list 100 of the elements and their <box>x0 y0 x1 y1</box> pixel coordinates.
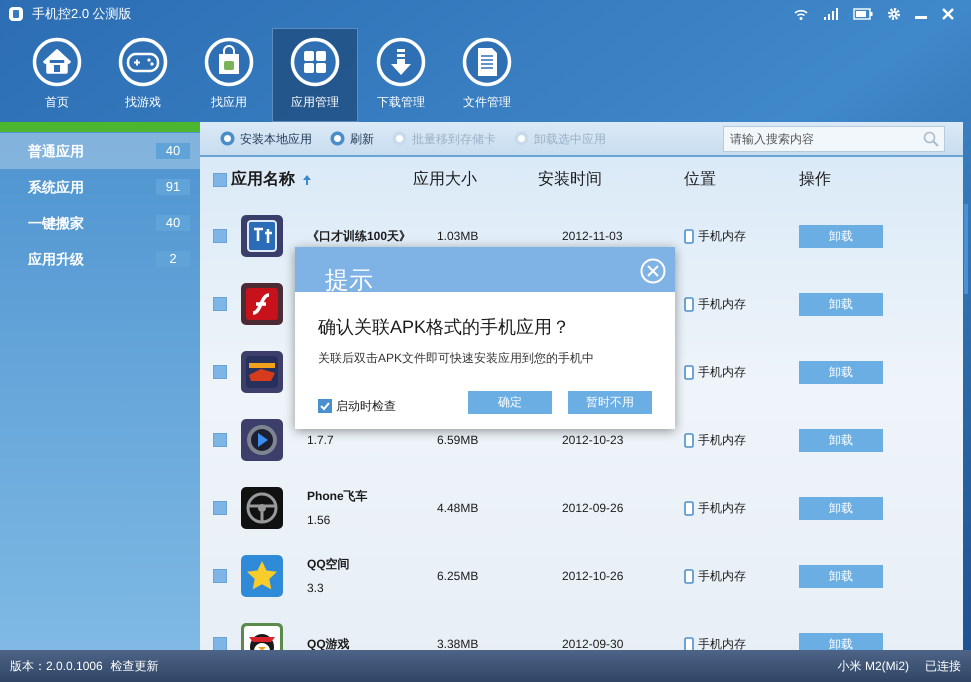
sidebar-item[interactable]: 一键搬家 40 <box>0 205 200 241</box>
check-update-link[interactable]: 检查更新 <box>110 657 159 675</box>
checkbox[interactable] <box>213 501 227 515</box>
uninstall-button[interactable]: 卸载 <box>799 428 883 452</box>
document-icon <box>462 37 512 87</box>
app-size: 1.03MB <box>437 229 478 243</box>
phone-icon <box>684 228 694 244</box>
dialog-button[interactable]: 暂时不用 <box>568 390 652 414</box>
column-header[interactable]: 安装时间 <box>538 168 602 192</box>
storage-location: 手机内存 <box>698 568 746 585</box>
install-date: 2012-09-26 <box>562 501 624 515</box>
signal-icon <box>823 7 839 21</box>
storage-location: 手机内存 <box>698 364 746 381</box>
grid-icon <box>290 37 340 87</box>
nav-tab[interactable]: 下载管理 <box>358 28 444 122</box>
device-name: 小米 M2(Mi2) <box>838 658 909 675</box>
nav-tab[interactable]: 找游戏 <box>100 28 186 122</box>
sidebar-item[interactable]: 应用升级 2 <box>0 241 200 277</box>
window-title: 手机控2.0 公测版 <box>32 5 132 24</box>
checkbox[interactable] <box>213 172 227 186</box>
nav-tab[interactable]: 应用管理 <box>272 28 358 122</box>
checkbox[interactable] <box>213 365 227 379</box>
app-size: 6.59MB <box>437 433 478 447</box>
install-date: 2012-10-23 <box>562 433 624 447</box>
count-badge: 2 <box>156 251 190 267</box>
checkbox[interactable] <box>213 637 227 650</box>
phone-icon <box>684 500 694 516</box>
wifi-icon <box>793 7 809 21</box>
flash-icon <box>241 283 283 325</box>
storage-location: 手机内存 <box>698 228 746 245</box>
play-icon <box>241 419 283 461</box>
install-date: 2012-11-03 <box>562 229 622 243</box>
phone-icon <box>684 296 694 312</box>
storage-location: 手机内存 <box>698 636 746 650</box>
storage-location: 手机内存 <box>698 296 746 313</box>
app-name: Phone飞车 <box>307 489 368 503</box>
count-badge: 40 <box>156 143 190 159</box>
phone-icon <box>684 568 694 584</box>
settings-button[interactable] <box>887 7 901 21</box>
search-icon <box>923 130 939 146</box>
book-icon <box>241 215 283 257</box>
checkbox[interactable] <box>318 399 332 413</box>
nav-tab[interactable]: 首页 <box>14 28 100 122</box>
sidebar-item[interactable]: 系统应用 91 <box>0 169 200 205</box>
install-date: 2012-10-26 <box>562 569 624 583</box>
column-header[interactable]: 应用名称 <box>231 168 295 192</box>
house-icon <box>32 37 82 87</box>
nav-tab[interactable]: 文件管理 <box>444 28 530 122</box>
install-date: 2012-09-30 <box>562 637 624 650</box>
disc-icon <box>220 131 235 146</box>
uninstall-button[interactable]: 卸载 <box>799 564 883 588</box>
app-name: QQ游戏 <box>307 637 350 650</box>
uninstall-button[interactable]: 卸载 <box>799 292 883 316</box>
toolbar-button[interactable]: 安装本地应用 <box>220 130 312 148</box>
storage-location: 手机内存 <box>698 432 746 449</box>
checkbox[interactable] <box>213 569 227 583</box>
scrollbar-thumb[interactable] <box>964 204 968 294</box>
column-header[interactable]: 位置 <box>684 168 716 192</box>
dialog-title: 提示 <box>325 266 373 296</box>
close-button[interactable] <box>941 7 955 21</box>
race-car-game-icon <box>241 351 283 393</box>
uninstall-button[interactable]: 卸载 <box>799 632 883 650</box>
disc-icon <box>392 131 407 146</box>
column-header[interactable]: 操作 <box>799 168 831 192</box>
app-name: QQ空间 <box>307 557 350 571</box>
sort-arrow-icon <box>302 174 312 186</box>
app-name: 《口才训练100天》 <box>307 229 412 243</box>
column-header[interactable]: 应用大小 <box>413 168 477 192</box>
close-button[interactable] <box>640 258 666 284</box>
toolbar-button[interactable]: 刷新 <box>330 130 374 148</box>
checkbox-label: 启动时检查 <box>336 398 396 415</box>
app-version: 1.7.7 <box>307 433 334 447</box>
uninstall-button[interactable]: 卸载 <box>799 224 883 248</box>
connection-status: 已连接 <box>925 658 961 675</box>
version-text: 版本：2.0.0.1006 <box>10 658 103 675</box>
app-size: 3.38MB <box>437 637 478 650</box>
search-field[interactable]: 请输入搜索内容 <box>723 126 945 152</box>
checkbox[interactable] <box>213 297 227 311</box>
dialog-button[interactable]: 确定 <box>468 390 552 414</box>
disc-icon <box>330 131 345 146</box>
checkbox[interactable] <box>213 433 227 447</box>
checkbox[interactable] <box>213 229 227 243</box>
app-version: 1.56 <box>307 513 332 527</box>
phone-icon <box>684 432 694 448</box>
shopping-bag-icon <box>204 37 254 87</box>
sidebar-item[interactable]: 普通应用 40 <box>0 133 200 169</box>
phone-icon <box>684 636 694 650</box>
dialog-message: 关联后双击APK文件即可快速安装应用到您的手机中 <box>318 350 596 367</box>
nav-tab[interactable]: 找应用 <box>186 28 272 122</box>
gamepad-icon <box>118 37 168 87</box>
phone-icon <box>684 364 694 380</box>
disc-icon <box>514 131 529 146</box>
app-size: 6.25MB <box>437 569 478 583</box>
uninstall-button[interactable]: 卸载 <box>799 360 883 384</box>
uninstall-button[interactable]: 卸载 <box>799 496 883 520</box>
app-version: 3.3 <box>307 581 325 595</box>
app-logo-icon <box>8 6 24 22</box>
count-badge: 40 <box>156 215 190 231</box>
count-badge: 91 <box>156 179 190 195</box>
app-size: 4.48MB <box>437 501 478 515</box>
